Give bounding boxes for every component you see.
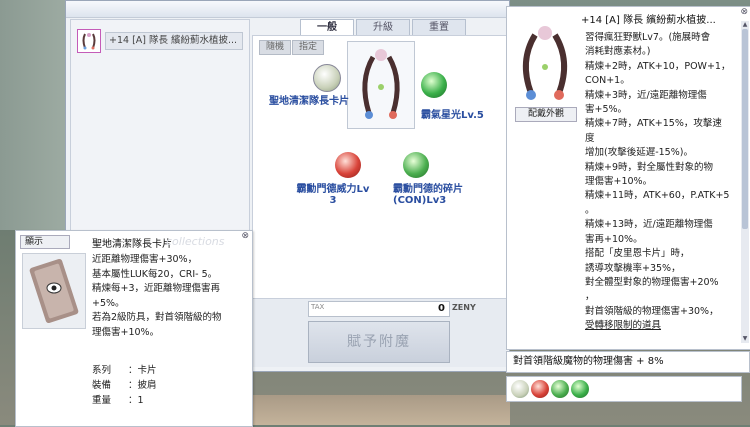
card-option-icon[interactable]	[313, 64, 341, 92]
card-desc-line: +5%。	[92, 297, 125, 309]
item-desc-line: 搭配「皮里恩卡片」時，	[585, 248, 690, 260]
card-desc-line: 若為2級防具，對首領階級的物	[92, 312, 222, 323]
item-desc-line: CON+1。	[585, 75, 630, 87]
item-tooltip-picture-icon	[513, 23, 577, 103]
ship-deck	[0, 0, 70, 230]
power-gem-icon[interactable]	[531, 380, 549, 398]
item-desc-line: 害再+10%。	[585, 233, 643, 245]
scroll-thumb[interactable]	[742, 29, 748, 229]
power-option-icon[interactable]	[335, 152, 361, 178]
card-desc-line: 近距離物理傷害+30%，	[92, 254, 198, 265]
card-desc-line: 理傷害+10%。	[92, 326, 160, 338]
apply-enchant-button[interactable]: 賦予附魔	[308, 321, 450, 363]
card-desc-line: 基本屬性LUK每20，CRI- 5。	[92, 268, 218, 280]
scroll-down-icon[interactable]: ▼	[741, 335, 749, 343]
close-icon[interactable]: ⊗	[740, 7, 748, 17]
fragment-gem-icon[interactable]	[551, 380, 569, 398]
mode-toggle: 隨機 指定	[259, 40, 324, 55]
item-desc-line: 精煉+7時，ATK+15%，攻擊速度	[585, 118, 722, 144]
item-icon	[77, 29, 101, 53]
item-desc-line: 害+5%。	[585, 104, 628, 116]
enchant-gem-bar	[506, 376, 742, 402]
option-label-fragment: 霸勳門德的碎片 (CON)Lv3	[393, 184, 463, 206]
item-tooltip-title: +14 [A] 隊長 繽紛薊水植披...	[581, 15, 716, 26]
meta-row-equip: 裝備 ：披肩	[92, 380, 157, 391]
card-picture-icon	[22, 253, 86, 329]
item-desc-line: 對首領階級的物理傷害+30%，	[585, 305, 719, 317]
item-picture-icon	[362, 49, 400, 119]
tax-field: TAX 0	[308, 301, 450, 317]
option-label-power: 霸勳門德威力Lv 3	[296, 184, 370, 206]
collections-watermark: collections	[166, 235, 225, 248]
tax-value: 0	[438, 303, 445, 314]
item-desc-line: 習得瘋狂野獸Lv7。(施展時會	[585, 32, 711, 43]
item-desc-line: 精煉+2時，ATK+10，POW+1，	[585, 60, 731, 72]
star-option-icon[interactable]	[421, 72, 447, 98]
item-desc-line: 誘導攻擊機率+35%，	[585, 262, 681, 274]
meta-value: 1	[137, 395, 144, 406]
option-label-card: 聖地清潔隊長卡片	[269, 96, 349, 107]
item-desc-line: 理傷害+10%。	[585, 176, 653, 188]
card-tooltip-title: 聖地清潔隊長卡片	[92, 239, 172, 250]
card-meta: 系列 ：卡片 裝備 ：披肩 重量 ：1	[92, 363, 157, 408]
enchant-pane: 一般 升級 重置 隨機 指定 聖地清潔隊長卡片 霸氣星光Lv.5 霸勳門德威力L…	[252, 19, 508, 369]
item-desc-line: 對全體型對象的物理傷害+20%	[585, 276, 719, 288]
window-titlebar[interactable]	[66, 1, 509, 18]
item-desc-line: 精煉+13時，近/遠距離物理傷	[585, 219, 713, 231]
ground	[250, 395, 510, 425]
tab-bar: 一般 升級 重置	[300, 19, 466, 36]
tab-upgrade[interactable]: 升級	[356, 19, 410, 36]
show-button[interactable]: 顯示	[20, 235, 70, 249]
meta-value: 披肩	[137, 380, 157, 391]
star-gem-icon[interactable]	[571, 380, 589, 398]
tab-general[interactable]: 一般	[300, 19, 354, 36]
scroll-up-icon[interactable]: ▲	[741, 21, 749, 29]
card-gem-icon[interactable]	[511, 380, 529, 398]
tooltip-scrollbar[interactable]: ▲ ▼	[741, 21, 749, 343]
wear-appearance-button[interactable]: 配戴外觀	[515, 107, 577, 122]
tax-label: TAX	[311, 303, 325, 311]
selected-item-slot[interactable]: +14 [A] 隊長 繽紛薊水植披...	[77, 28, 243, 54]
tab-reset[interactable]: 重置	[412, 19, 466, 36]
card-description: 近距離物理傷害+30%， 基本屬性LUK每20，CRI- 5。 精煉每+3，近距…	[92, 253, 242, 340]
meta-key: 系列	[92, 365, 112, 376]
item-desc-line: 。	[585, 204, 595, 216]
item-desc-line: 消耗對應素材。)	[585, 46, 651, 58]
meta-row-series: 系列 ：卡片	[92, 365, 157, 376]
meta-key: 裝備	[92, 380, 112, 391]
meta-row-weight: 重量 ：1	[92, 395, 144, 406]
mode-random[interactable]: 隨機	[259, 40, 291, 55]
close-icon[interactable]: ⊗	[241, 231, 249, 241]
enchant-options-area: 隨機 指定 聖地清潔隊長卡片 霸氣星光Lv.5 霸勳門德威力Lv 3 霸勳門德的…	[252, 35, 508, 299]
tax-area: TAX 0 ZENY 賦予附魔	[252, 299, 506, 367]
item-description: 習得瘋狂野獸Lv7。(施展時會 消耗對應素材。) 精煉+2時，ATK+10，PO…	[585, 31, 731, 334]
option-label-star: 霸氣星光Lv.5	[421, 110, 484, 121]
card-desc-line: 精煉每+3，近距離物理傷害再	[92, 283, 221, 294]
zeny-label: ZENY	[452, 303, 476, 312]
item-desc-line: 精煉+11時，ATK+60，P.ATK+5	[585, 190, 730, 202]
item-desc-line: 增加(攻擊後延遲-15%)。	[585, 147, 693, 159]
fragment-option-icon[interactable]	[403, 152, 429, 178]
selected-option-display: 對首領階級魔物的物理傷害 + 8%	[506, 351, 750, 373]
item-slot-name: +14 [A] 隊長 繽紛薊水植披...	[105, 32, 243, 50]
target-item-slot[interactable]	[347, 41, 415, 129]
item-tooltip: +14 [A] 隊長 繽紛薊水植披... ⊗ 配戴外觀 習得瘋狂野獸Lv7。(施…	[506, 6, 750, 350]
item-desc-line: ，	[585, 291, 595, 303]
item-desc-line: 精煉+3時，近/遠距離物理傷	[585, 89, 707, 101]
item-desc-line: 精煉+9時，對全屬性對象的物	[585, 161, 714, 173]
card-tooltip: 顯示 聖地清潔隊長卡片 collections ⊗ 近距離物理傷害+30%， 基…	[15, 230, 253, 427]
meta-key: 重量	[92, 395, 112, 406]
restricted-item-link[interactable]: 受轉移限制的道具	[585, 319, 731, 333]
meta-value: 卡片	[137, 365, 157, 376]
mode-specified[interactable]: 指定	[292, 40, 324, 55]
